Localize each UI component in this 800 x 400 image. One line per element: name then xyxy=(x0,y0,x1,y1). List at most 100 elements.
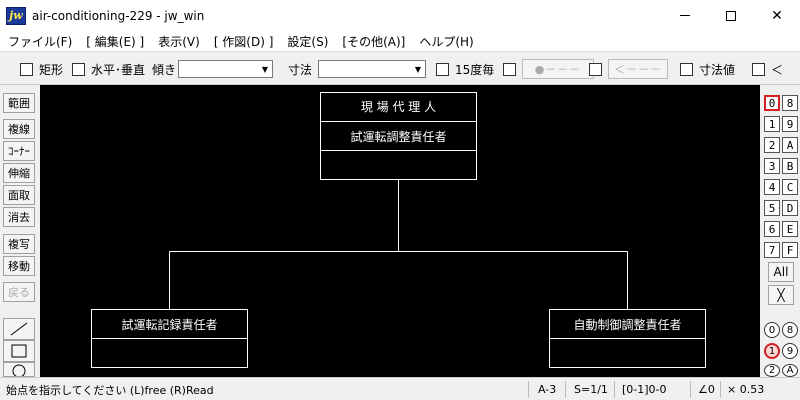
hv-label: 水平･垂直 xyxy=(91,62,146,77)
tool-corner[interactable]: ｺｰﾅｰ xyxy=(3,141,35,161)
layer-button-1[interactable]: 1 xyxy=(764,116,780,132)
layer-close-button[interactable]: ╳ xyxy=(768,285,794,305)
tool-erase[interactable]: 消去 xyxy=(3,207,35,227)
maximize-icon xyxy=(726,10,736,21)
dim-label: 寸法 xyxy=(288,62,313,77)
title-bar: jw air-conditioning-229 - jw_win ✕ xyxy=(0,0,800,31)
status-scale[interactable]: S=1/1 xyxy=(574,378,608,400)
deg15-option[interactable]: 15度毎 xyxy=(436,52,494,86)
deg15-checkbox[interactable] xyxy=(436,62,449,76)
layer-button-4[interactable]: 4 xyxy=(764,179,780,195)
layer-button-7[interactable]: 7 xyxy=(764,242,780,258)
left-toolbox: 範囲 複線 ｺｰﾅｰ 伸縮 面取 消去 複写 移動 戻る xyxy=(0,85,40,377)
layer-button-f[interactable]: F xyxy=(782,242,798,258)
top-box-title: 現 場 代 理 人 xyxy=(360,100,437,114)
status-layer[interactable]: [0-1]0-0 xyxy=(622,378,667,400)
menu-file[interactable]: ファイル(F) xyxy=(8,33,72,50)
layer-button-d[interactable]: D xyxy=(782,200,798,216)
layer-button-9[interactable]: 9 xyxy=(782,116,798,132)
circle-tool-button[interactable] xyxy=(3,362,35,377)
all-layers-button[interactable]: All xyxy=(768,262,794,282)
arrow-line-button[interactable]: ＜－－－ xyxy=(608,59,668,79)
layer-button-6[interactable]: 6 xyxy=(764,221,780,237)
dot-checkbox[interactable] xyxy=(503,62,516,76)
status-paper[interactable]: A-3 xyxy=(538,378,556,400)
layer-button-c[interactable]: C xyxy=(782,179,798,195)
layer-button-a[interactable]: A xyxy=(782,137,798,153)
line-icon xyxy=(10,322,28,336)
group-button-9[interactable]: 9 xyxy=(782,343,798,359)
group-button-0[interactable]: 0 xyxy=(764,322,780,338)
tool-move[interactable]: 移動 xyxy=(3,256,35,276)
tool-chamfer[interactable]: 面取 xyxy=(3,185,35,205)
toolbar: 矩形 水平･垂直 傾き ▼ 寸法 ▼ 15度毎 ●－－－ ＜－－－ 寸法値 ＜ xyxy=(0,51,800,85)
menu-edit[interactable]: [ 編集(E) ] xyxy=(86,33,144,50)
layer-button-3[interactable]: 3 xyxy=(764,158,780,174)
cross-icon: ╳ xyxy=(777,288,785,302)
lt-option[interactable]: ＜ xyxy=(752,52,783,86)
close-icon: ✕ xyxy=(771,7,783,24)
status-divider xyxy=(565,381,566,398)
chevron-down-icon: ▼ xyxy=(261,64,269,74)
menu-help[interactable]: ヘルプ(H) xyxy=(419,33,473,50)
tilt-combo[interactable]: ▼ xyxy=(178,60,273,78)
layer-button-8[interactable]: 8 xyxy=(782,95,798,111)
group-button-a[interactable]: A xyxy=(782,364,798,377)
app-icon: jw xyxy=(6,6,26,25)
line-tool-button[interactable] xyxy=(3,318,35,340)
menu-bar: ファイル(F) [ 編集(E) ] 表示(V) [ 作図(D) ] 設定(S) … xyxy=(0,31,800,51)
lt-label: ＜ xyxy=(771,62,784,77)
rect-label: 矩形 xyxy=(39,62,64,77)
rect-tool-button[interactable] xyxy=(3,340,35,362)
status-divider xyxy=(690,381,691,398)
rect-option[interactable]: 矩形 xyxy=(20,52,63,86)
group-button-2[interactable]: 2 xyxy=(764,364,780,377)
layer-button-e[interactable]: E xyxy=(782,221,798,237)
status-zoom[interactable]: × 0.53 xyxy=(727,378,764,400)
dimval-label: 寸法値 xyxy=(699,62,736,77)
left-box-title: 試運転記録責任者 xyxy=(121,318,218,332)
status-angle[interactable]: ∠0 xyxy=(698,378,715,400)
dot-line-button[interactable]: ●－－－ xyxy=(522,59,594,79)
maximize-button[interactable] xyxy=(708,0,754,31)
rectangle-icon xyxy=(11,344,27,358)
deg15-label: 15度毎 xyxy=(455,62,495,77)
close-button[interactable]: ✕ xyxy=(754,0,800,31)
tool-copy[interactable]: 複写 xyxy=(3,234,35,254)
circle-icon xyxy=(12,364,26,376)
tool-stretch[interactable]: 伸縮 xyxy=(3,163,35,183)
menu-settings[interactable]: 設定(S) xyxy=(287,33,328,50)
tool-parallel[interactable]: 複線 xyxy=(3,119,35,139)
layer-button-2[interactable]: 2 xyxy=(764,137,780,153)
minimize-icon xyxy=(680,15,690,16)
dimval-option[interactable]: 寸法値 xyxy=(680,52,735,86)
arrow-checkbox[interactable] xyxy=(589,62,602,76)
status-message: 始点を指示してください (L)free (R)Read xyxy=(6,383,214,397)
layer-button-5[interactable]: 5 xyxy=(764,200,780,216)
top-box-role: 試運転調整責任者 xyxy=(350,130,447,144)
status-divider xyxy=(720,381,721,398)
menu-draw[interactable]: [ 作図(D) ] xyxy=(214,33,274,50)
hv-option[interactable]: 水平･垂直 xyxy=(72,52,145,86)
minimize-button[interactable] xyxy=(662,0,708,31)
status-divider xyxy=(614,381,615,398)
rect-checkbox[interactable] xyxy=(20,62,33,76)
tool-range[interactable]: 範囲 xyxy=(3,93,35,113)
layer-button-b[interactable]: B xyxy=(782,158,798,174)
group-button-8[interactable]: 8 xyxy=(782,322,798,338)
right-box-title: 自動制御調整責任者 xyxy=(573,318,682,332)
menu-view[interactable]: 表示(V) xyxy=(158,33,200,50)
group-button-1[interactable]: 1 xyxy=(764,343,780,359)
status-bar: 始点を指示してください (L)free (R)Read A-3 S=1/1 [0… xyxy=(0,377,800,400)
tilt-label: 傾き xyxy=(152,62,177,77)
status-divider xyxy=(528,381,529,398)
layer-button-0[interactable]: 0 xyxy=(764,95,780,111)
dim-combo[interactable]: ▼ xyxy=(318,60,426,78)
drawing-canvas[interactable]: 現 場 代 理 人 試運転調整責任者 試運転記録責任者 自動制御調整責任者 xyxy=(40,85,760,377)
tool-undo[interactable]: 戻る xyxy=(3,282,35,302)
dimval-checkbox[interactable] xyxy=(680,62,693,76)
hv-checkbox[interactable] xyxy=(72,62,85,76)
lt-checkbox[interactable] xyxy=(752,62,765,76)
menu-other[interactable]: [その他(A)] xyxy=(342,33,405,50)
chevron-down-icon: ▼ xyxy=(414,64,422,74)
